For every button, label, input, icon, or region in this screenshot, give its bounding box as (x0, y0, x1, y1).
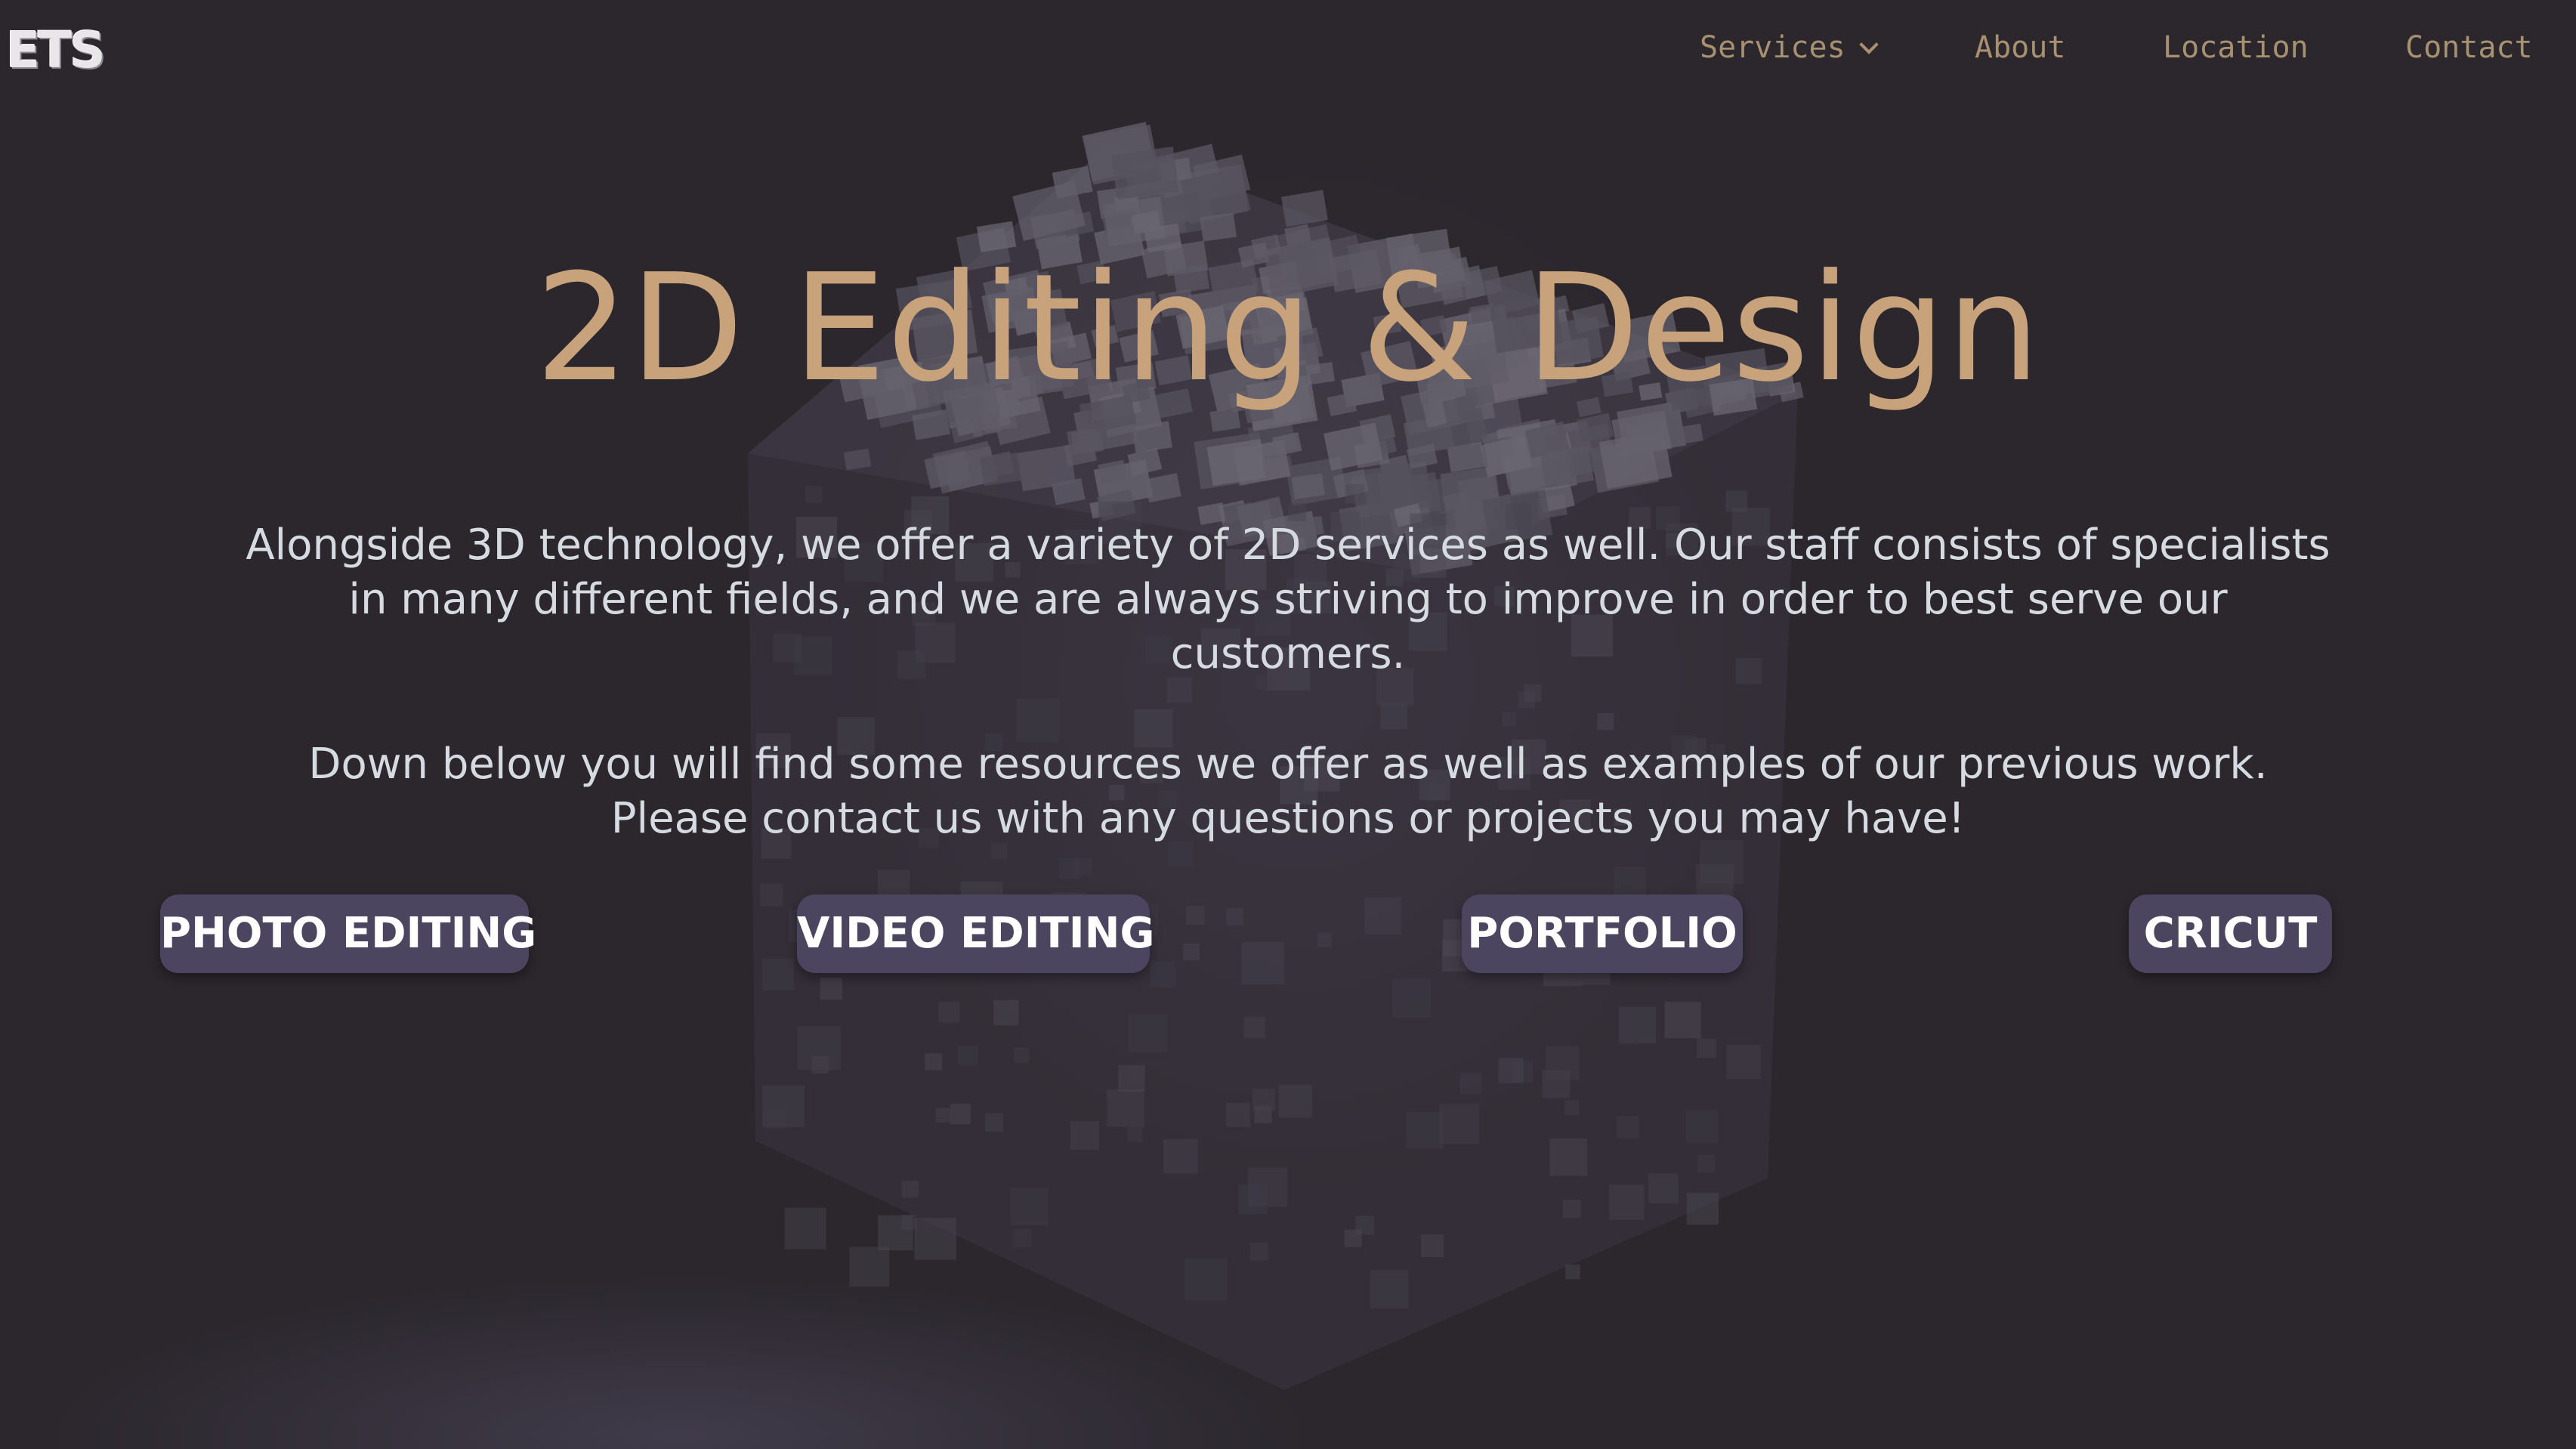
nav-services-label: Services (1700, 30, 1846, 65)
nav-contact-link[interactable]: Contact (2405, 30, 2533, 65)
intro-paragraph: Alongside 3D technology, we offer a vari… (246, 521, 2330, 678)
nav-location-link[interactable]: Location (2163, 30, 2309, 65)
portfolio-button[interactable]: PORTFOLIO (1462, 894, 1743, 973)
cricut-button[interactable]: CRICUT (2129, 894, 2332, 973)
top-navigation-bar: ETS Services About Location Contact (0, 0, 2576, 106)
video-editing-button[interactable]: VIDEO EDITING (797, 894, 1154, 973)
chevron-down-icon (1858, 35, 1879, 54)
nav-services-dropdown[interactable]: Services (1700, 30, 1879, 65)
site-logo[interactable]: ETS (6, 21, 106, 79)
page-title: 2D Editing & Design (535, 243, 2041, 415)
photo-editing-button[interactable]: PHOTO EDITING (160, 894, 536, 973)
background-voxel-cube-image (748, 122, 1804, 1390)
resources-paragraph: Down below you will find some resources … (308, 740, 2268, 843)
nav-about-link[interactable]: About (1975, 30, 2065, 65)
